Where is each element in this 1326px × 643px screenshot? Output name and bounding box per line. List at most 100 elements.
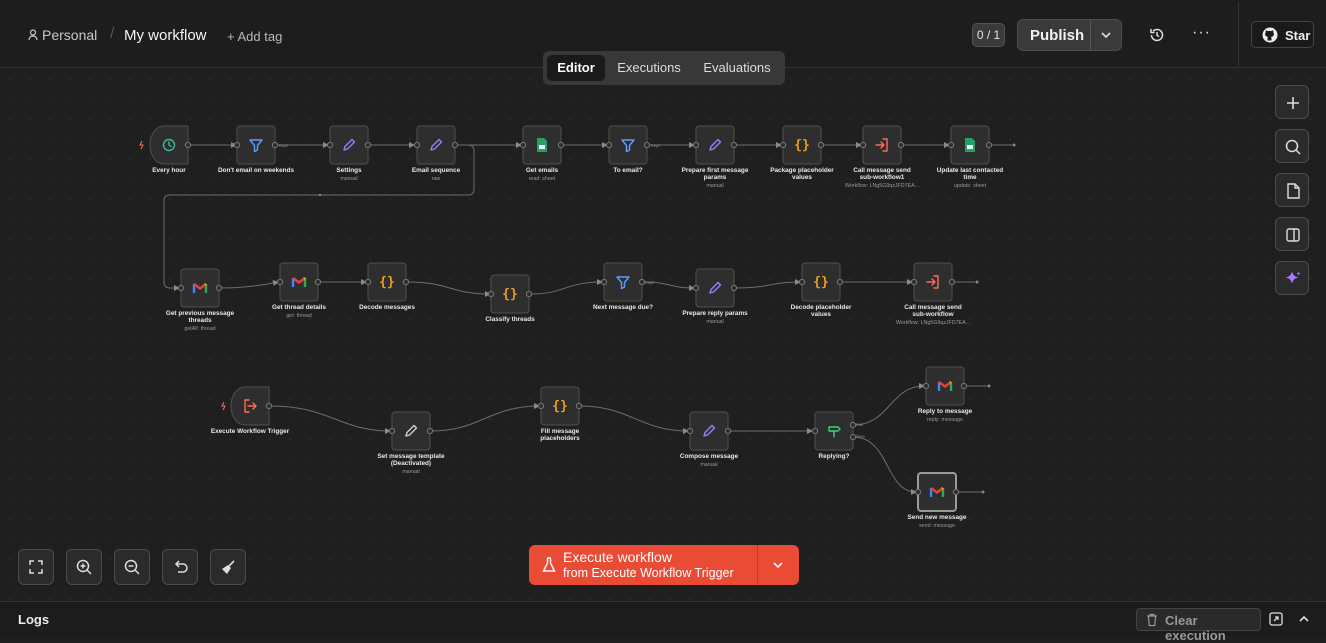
node-label: Classify threads [485,316,535,323]
workflow-node[interactable]: Call message sendsub-workflow1 Workflow: … [845,125,919,189]
output-port [948,278,956,286]
workflow-node[interactable]: {} Fill messageplaceholders [537,386,583,442]
logs-label: Logs [18,612,50,627]
input-port [947,141,955,149]
zoom-out-button[interactable] [114,549,150,585]
svg-text:{}: {} [502,287,518,302]
input-port [811,427,819,435]
node-sublabel: manual [700,462,717,468]
node-body [416,125,456,165]
fit-view-button[interactable] [18,549,54,585]
trigger-bolt-icon [139,140,144,150]
connection [852,436,917,495]
popout-icon[interactable] [1269,612,1283,626]
logs-panel[interactable]: Logs Clear execution [0,601,1326,643]
workflow-node[interactable]: Send new message send: message [908,472,967,529]
workflow-node[interactable]: {} Classify threads [485,274,535,323]
output-port [724,427,732,435]
workflow-node[interactable]: To email? [605,125,651,174]
input-port [914,488,922,496]
workflow-node[interactable]: Email sequence raw [412,125,461,182]
workflow-node[interactable]: Don't email on weekends [218,125,295,174]
workflow-node[interactable]: Get emails read: sheet [519,125,565,182]
output-port [271,141,279,149]
chevron-down-icon[interactable] [772,560,784,570]
workflow-node[interactable]: Every hour [149,125,192,174]
node-sublabel: manual [706,183,723,189]
workflow-node[interactable]: Execute Workflow Trigger [211,386,290,435]
node-label: threads [188,317,212,324]
workflow-node[interactable]: Call message sendsub-workflow Workflow: L… [896,262,970,326]
workflow-node[interactable]: Get previous messagethreads getAll: threa… [166,268,235,332]
workflow-node[interactable]: {} Package placeholdervalues [770,125,834,181]
port-label: Kept [645,280,654,285]
sparkle-icon [1285,271,1301,284]
clear-execution-label: Clear execution [1165,613,1226,643]
workflow-node[interactable]: Reply to message reply: message [918,366,973,423]
workflow-node[interactable]: Next message due? [593,262,653,311]
clear-execution-button[interactable]: Clear execution [1136,608,1261,643]
ai-assistant-button[interactable] [1275,261,1309,295]
connection [407,281,491,297]
input-port [600,278,608,286]
input-port [686,427,694,435]
output-port-true [849,421,857,429]
execute-workflow-button[interactable]: Execute workflow from Execute Workflow T… [529,545,799,585]
workflow-node[interactable]: Update last contactedtime update: sheet [937,125,1004,189]
node-sublabel: getAll: thread [184,326,215,332]
midpoint-dot [318,193,322,197]
output-port [897,141,905,149]
zoom-in-button[interactable] [66,549,102,585]
node-label: Get thread details [272,304,326,311]
search-nodes-button[interactable] [1275,129,1309,163]
workflow-node[interactable]: Compose message manual [680,411,739,468]
node-body [695,268,735,308]
output-port [836,278,844,286]
note-icon [1287,183,1300,199]
output-port-false [849,433,857,441]
toggle-panel-button[interactable] [1275,217,1309,251]
input-port [413,141,421,149]
output-port [985,141,993,149]
node-body [608,125,648,165]
connection [430,403,540,432]
output-port [364,141,372,149]
input-port [177,284,185,292]
workflow-node[interactable]: {} Decode placeholdervalues [791,262,852,318]
node-body [695,125,735,165]
node-label: values [811,311,831,318]
workflow-node[interactable]: Get thread details get: thread [272,262,326,319]
execute-divider [757,545,758,585]
input-port [233,141,241,149]
node-label: Get emails [526,167,559,174]
undo-button[interactable] [162,549,198,585]
node-label: sub-workflow [912,311,953,318]
node-label: Fill message [541,428,580,435]
node-label: To email? [613,167,642,174]
output-port [817,141,825,149]
output-port [265,402,273,410]
port-label: Kept [279,143,288,148]
workflow-node[interactable]: Prepare reply params manual [682,268,748,325]
panel-icon [1286,228,1300,242]
node-body [236,125,276,165]
tidy-up-button[interactable] [210,549,246,585]
workflow-node[interactable]: {} Decode messages [359,262,415,311]
output-port [643,141,651,149]
workflow-node[interactable]: Settings manual [326,125,372,182]
input-port [388,427,396,435]
add-node-button[interactable] [1275,85,1309,119]
node-label: Update last contacted [937,167,1004,174]
workflow-node[interactable]: Set message template(Deactivated) manual [377,411,445,475]
zoom-out-icon [124,559,140,575]
node-label: Decode messages [359,304,415,311]
chevron-up-icon[interactable] [1298,614,1310,624]
node-label: Package placeholder [770,167,834,174]
workflow-node[interactable]: Prepare first messageparams manual [682,125,749,189]
workflow-node[interactable]: Replying? [811,411,857,460]
port-label: Kept [651,143,660,148]
code-icon: {} [379,275,395,290]
node-sublabel: get: thread [286,313,311,319]
port-label: false [856,434,866,439]
sticky-note-button[interactable] [1275,173,1309,207]
